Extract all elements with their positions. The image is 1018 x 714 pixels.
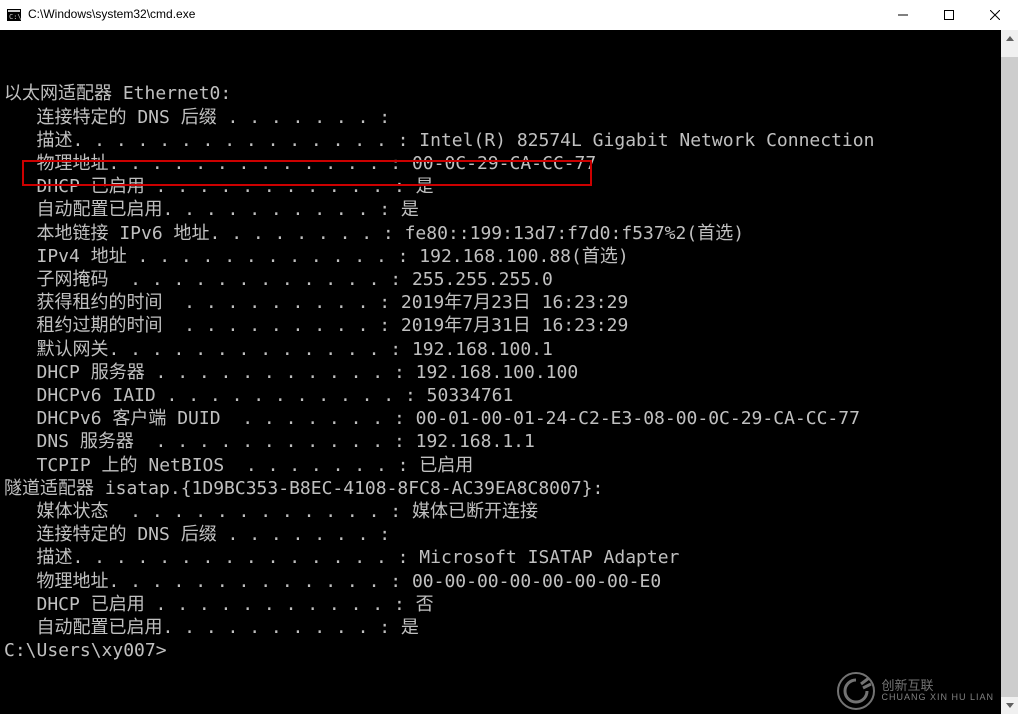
scroll-track[interactable]	[1001, 47, 1018, 697]
window-title: C:\Windows\system32\cmd.exe	[28, 3, 880, 26]
svg-text:C:\: C:\	[9, 13, 21, 21]
window-titlebar: C:\ C:\Windows\system32\cmd.exe	[0, 0, 1018, 30]
terminal-line: DNS 服务器 . . . . . . . . . . . : 192.168.…	[4, 430, 1018, 453]
cmd-icon: C:\	[6, 7, 22, 23]
terminal-line: 子网掩码 . . . . . . . . . . . . : 255.255.2…	[4, 268, 1018, 291]
terminal-line: 租约过期的时间 . . . . . . . . . : 2019年7月31日 1…	[4, 314, 1018, 337]
terminal-line: 获得租约的时间 . . . . . . . . . : 2019年7月23日 1…	[4, 291, 1018, 314]
minimize-button[interactable]	[880, 0, 926, 30]
terminal-line: 连接特定的 DNS 后缀 . . . . . . . :	[4, 523, 1018, 546]
watermark-logo-icon	[837, 672, 875, 710]
terminal-line: 连接特定的 DNS 后缀 . . . . . . . :	[4, 106, 1018, 129]
scroll-thumb[interactable]	[1001, 57, 1018, 697]
terminal-line: DHCP 已启用 . . . . . . . . . . . : 是	[4, 175, 1018, 198]
terminal-line: 隧道适配器 isatap.{1D9BC353-B8EC-4108-8FC8-AC…	[4, 477, 1018, 500]
terminal-line: DHCP 已启用 . . . . . . . . . . . : 否	[4, 593, 1018, 616]
scroll-up-button[interactable]	[1001, 30, 1018, 47]
terminal-line: 描述. . . . . . . . . . . . . . . : Intel(…	[4, 129, 1018, 152]
terminal-output[interactable]: 以太网适配器 Ethernet0: 连接特定的 DNS 后缀 . . . . .…	[0, 30, 1018, 662]
terminal-line: 以太网适配器 Ethernet0:	[4, 82, 1018, 105]
terminal-line: 物理地址. . . . . . . . . . . . . : 00-00-00…	[4, 570, 1018, 593]
terminal-line: IPv4 地址 . . . . . . . . . . . . : 192.16…	[4, 245, 1018, 268]
terminal-line: 物理地址. . . . . . . . . . . . . : 00-0C-29…	[4, 152, 1018, 175]
terminal-line: TCPIP 上的 NetBIOS . . . . . . . : 已启用	[4, 454, 1018, 477]
watermark-text: 创新互联	[881, 679, 994, 693]
scroll-down-button[interactable]	[1001, 697, 1018, 714]
vertical-scrollbar[interactable]	[1001, 30, 1018, 714]
terminal-line: 默认网关. . . . . . . . . . . . . : 192.168.…	[4, 338, 1018, 361]
terminal-line: C:\Users\xy007>	[4, 639, 1018, 662]
maximize-button[interactable]	[926, 0, 972, 30]
terminal-line: 描述. . . . . . . . . . . . . . . : Micros…	[4, 546, 1018, 569]
window-controls	[880, 0, 1018, 30]
terminal-line: 本地链接 IPv6 地址. . . . . . . . : fe80::199:…	[4, 222, 1018, 245]
terminal-line: DHCP 服务器 . . . . . . . . . . . : 192.168…	[4, 361, 1018, 384]
close-button[interactable]	[972, 0, 1018, 30]
terminal-line: 自动配置已启用. . . . . . . . . . : 是	[4, 616, 1018, 639]
terminal-line: 媒体状态 . . . . . . . . . . . . : 媒体已断开连接	[4, 500, 1018, 523]
terminal-line: 自动配置已启用. . . . . . . . . . : 是	[4, 198, 1018, 221]
watermark-subtext: CHUANG XIN HU LIAN	[881, 693, 994, 703]
terminal-line: DHCPv6 客户端 DUID . . . . . . . : 00-01-00…	[4, 407, 1018, 430]
terminal-line: DHCPv6 IAID . . . . . . . . . . . : 5033…	[4, 384, 1018, 407]
watermark: 创新互联 CHUANG XIN HU LIAN	[837, 672, 994, 710]
